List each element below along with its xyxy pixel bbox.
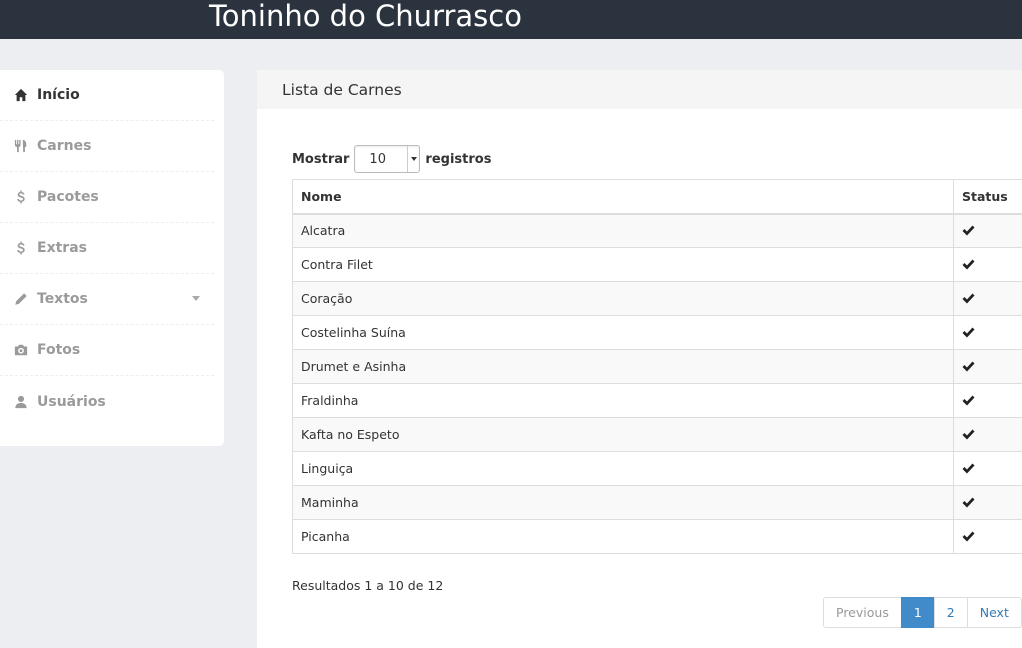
pagination: Previous 1 2 Next — [823, 597, 1022, 628]
cell-nome: Maminha — [292, 485, 954, 520]
check-icon[interactable] — [962, 463, 1022, 474]
column-header-status[interactable]: Status — [953, 179, 1022, 215]
cell-status — [953, 349, 1022, 384]
sidebar-item-textos[interactable]: Textos — [0, 274, 214, 325]
cell-status — [953, 213, 1022, 248]
sidebar-item-label: Carnes — [37, 138, 92, 154]
cell-status — [953, 281, 1022, 316]
sidebar-item-label: Fotos — [37, 342, 81, 358]
table-row: Costelinha Suína — [292, 315, 1022, 350]
table-row: Alcatra — [292, 213, 1022, 248]
sidebar-item-label: Textos — [37, 291, 88, 307]
carnes-panel: Lista de Carnes Mostrar 10 registros Nom… — [257, 70, 1022, 648]
cell-status — [953, 451, 1022, 486]
carnes-table: Nome Status Alcatra Contra Filet Coração Co… — [292, 179, 1022, 554]
table-row: Linguiça — [292, 451, 1022, 486]
cell-status — [953, 247, 1022, 282]
sidebar-item-inicio[interactable]: Início — [0, 70, 214, 121]
app-title: Toninho do Churrasco — [209, 0, 522, 33]
chevron-down-icon — [407, 146, 419, 172]
check-icon[interactable] — [962, 429, 1022, 440]
cell-nome: Costelinha Suína — [292, 315, 954, 350]
records-per-page-select[interactable]: 10 — [354, 145, 421, 173]
sidebar-item-label: Pacotes — [37, 189, 99, 205]
table-row: Maminha — [292, 485, 1022, 520]
cell-nome: Kafta no Espeto — [292, 417, 954, 452]
sidebar-item-label: Início — [37, 87, 80, 103]
length-control: Mostrar 10 registros — [292, 145, 491, 173]
home-icon — [13, 87, 29, 103]
check-icon[interactable] — [962, 531, 1022, 542]
cutlery-icon — [13, 138, 29, 154]
top-bar: Toninho do Churrasco — [0, 0, 1022, 39]
check-icon[interactable] — [962, 293, 1022, 304]
sidebar-item-label: Extras — [37, 240, 87, 256]
column-header-nome[interactable]: Nome — [292, 179, 954, 215]
table-row: Contra Filet — [292, 247, 1022, 282]
sidebar-item-label: Usuários — [37, 393, 106, 410]
table-row: Kafta no Espeto — [292, 417, 1022, 452]
select-value: 10 — [369, 151, 386, 167]
cell-status — [953, 417, 1022, 452]
table-info: Resultados 1 a 10 de 12 — [292, 578, 444, 593]
cell-nome: Drumet e Asinha — [292, 349, 954, 384]
cell-nome: Picanha — [292, 519, 954, 554]
sidebar-item-extras[interactable]: Extras — [0, 223, 214, 274]
cell-nome: Contra Filet — [292, 247, 954, 282]
previous-button[interactable]: Previous — [823, 597, 902, 628]
check-icon[interactable] — [962, 395, 1022, 406]
table-row: Picanha — [292, 519, 1022, 554]
check-icon[interactable] — [962, 327, 1022, 338]
sidebar-item-pacotes[interactable]: Pacotes — [0, 172, 214, 223]
chevron-down-icon — [192, 296, 200, 302]
table-row: Drumet e Asinha — [292, 349, 1022, 384]
cell-nome: Fraldinha — [292, 383, 954, 418]
next-button[interactable]: Next — [966, 597, 1022, 628]
check-icon[interactable] — [962, 259, 1022, 270]
check-icon[interactable] — [962, 225, 1022, 236]
sidebar-item-usuarios[interactable]: Usuários — [0, 376, 214, 427]
panel-title: Lista de Carnes — [257, 70, 1022, 109]
check-icon[interactable] — [962, 497, 1022, 508]
page-1-button[interactable]: 1 — [900, 597, 935, 628]
cell-status — [953, 519, 1022, 554]
cell-nome: Linguiça — [292, 451, 954, 486]
pencil-icon — [13, 291, 29, 307]
cell-status — [953, 383, 1022, 418]
length-suffix: registros — [425, 151, 492, 167]
dollar-icon — [13, 240, 29, 256]
cell-status — [953, 315, 1022, 350]
sidebar-item-carnes[interactable]: Carnes — [0, 121, 214, 172]
dollar-icon — [13, 189, 29, 205]
cell-status — [953, 485, 1022, 520]
user-icon — [13, 394, 29, 410]
table-row: Fraldinha — [292, 383, 1022, 418]
camera-icon — [13, 342, 29, 358]
cell-nome: Coração — [292, 281, 954, 316]
page-2-button[interactable]: 2 — [933, 597, 968, 628]
check-icon[interactable] — [962, 361, 1022, 372]
sidebar: Início Carnes Pacotes Extras Textos Foto… — [0, 70, 224, 446]
table-row: Coração — [292, 281, 1022, 316]
table-header-row: Nome Status — [292, 179, 1022, 215]
cell-nome: Alcatra — [292, 213, 954, 248]
length-prefix: Mostrar — [292, 151, 350, 167]
sidebar-item-fotos[interactable]: Fotos — [0, 325, 214, 376]
